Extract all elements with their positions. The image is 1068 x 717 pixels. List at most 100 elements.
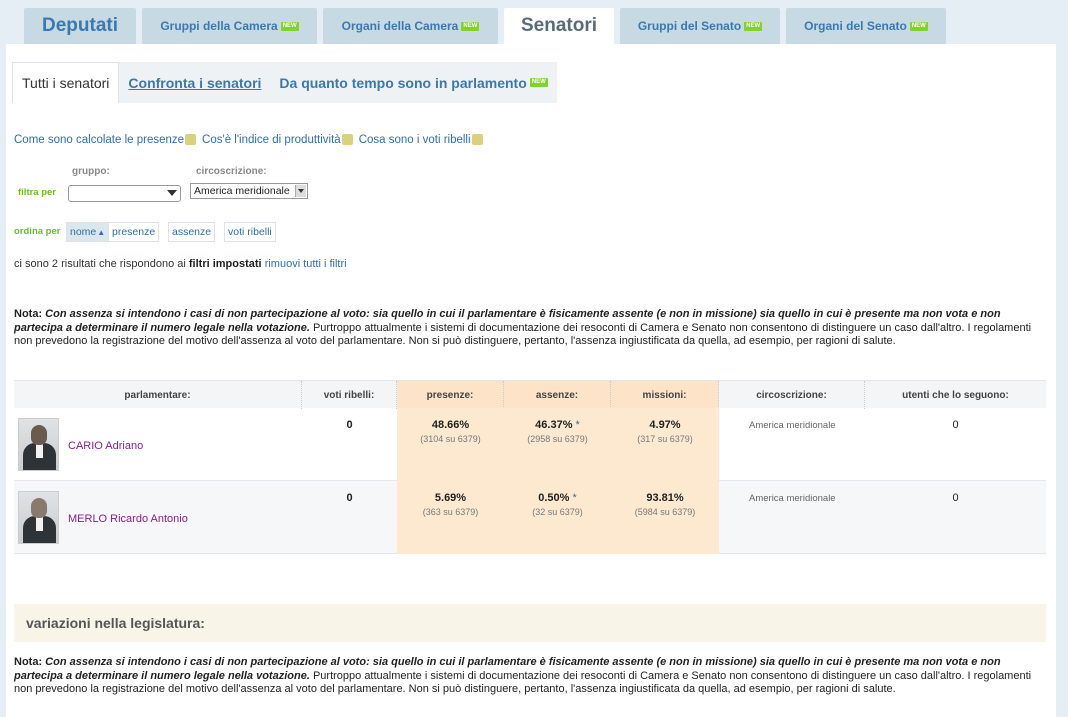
help-icon [471, 134, 483, 146]
assenze-detail: (32 su 6379) [532, 507, 583, 517]
nota-paragraph: Nota: Con assenza si intendono i casi di… [14, 308, 1048, 349]
assenze-detail: (2958 su 6379) [527, 434, 588, 444]
table-header: parlamentare: voti ribelli: presenze: as… [14, 380, 1046, 409]
chevron-down-icon [167, 190, 177, 196]
voti-ribelli-value: 0 [346, 492, 353, 504]
sort-assenze-button[interactable]: assenze [168, 222, 216, 242]
subtab-da-quanto-tempo[interactable]: Da quanto tempo sono in parlamento NEW [270, 62, 557, 103]
gruppo-label: gruppo: [72, 166, 110, 177]
table-row: CARIO Adriano 0 48.66% (3104 su 6379) 46… [14, 408, 1046, 481]
missioni-value: 93.81% [646, 492, 684, 504]
table-row: MERLO Ricardo Antonio 0 5.69% (363 su 63… [14, 481, 1046, 554]
subtab-label: Tutti i senatori [22, 75, 110, 91]
cell-utenti: 0 [865, 408, 1046, 481]
cell-assenze: 46.37% * (2958 su 6379) [504, 408, 611, 481]
main-panel: Tutti i senatori Confronta i senatori Da… [6, 44, 1056, 717]
cell-missioni: 4.97% (317 su 6379) [611, 408, 719, 481]
help-icon [185, 134, 197, 146]
filter-label: filtra per [18, 187, 57, 198]
asterisk-link[interactable]: * [576, 419, 580, 431]
tab-deputati[interactable]: Deputati [24, 8, 136, 44]
results-prefix: ci sono 2 risultati che rispondono ai [14, 258, 186, 270]
subtab-confronta[interactable]: Confronta i senatori [119, 62, 271, 103]
info-link-produttivita[interactable]: Cos'è l'indice di produttività [202, 134, 353, 146]
new-badge: NEW [280, 21, 299, 31]
cell-presenze: 48.66% (3104 su 6379) [397, 408, 504, 481]
tab-organi-camera[interactable]: Organi della Camera NEW [323, 8, 498, 44]
help-icon [341, 134, 353, 146]
sort-button-label: presenze [112, 226, 156, 238]
tab-label: Deputati [42, 15, 118, 36]
tab-label: Gruppi del Senato [637, 19, 742, 33]
sort-button-label: voti ribelli [228, 226, 272, 238]
presenze-value: 48.66% [431, 419, 470, 431]
utenti-value: 0 [952, 492, 959, 504]
cell-utenti: 0 [865, 481, 1046, 554]
avatar[interactable] [18, 491, 59, 544]
asterisk-link[interactable]: * [572, 492, 576, 504]
tab-gruppi-camera[interactable]: Gruppi della Camera NEW [142, 8, 317, 44]
remove-filters-link[interactable]: rimuovi tutti i filtri [265, 258, 347, 270]
senator-name-link[interactable]: MERLO Ricardo Antonio [68, 513, 188, 525]
header-utenti: utenti che lo seguono: [902, 389, 1009, 401]
subtab-tutti-senatori[interactable]: Tutti i senatori [12, 62, 120, 103]
sort-nome-button[interactable]: nome ▲ [66, 222, 110, 242]
tab-label: Gruppi della Camera [160, 19, 278, 33]
cell-assenze: 0.50% * (32 su 6379) [504, 481, 611, 554]
missioni-value: 4.97% [649, 419, 681, 431]
info-link-presenze[interactable]: Come sono calcolate le presenze [14, 134, 197, 146]
header-circoscrizione: circoscrizione: [719, 381, 865, 409]
cell-presenze: 5.69% (363 su 6379) [397, 481, 504, 554]
info-link-voti-ribelli[interactable]: Cosa sono i voti ribelli [359, 134, 483, 146]
presenze-value: 5.69% [434, 492, 467, 504]
assenze-value: 46.37% * [504, 419, 611, 431]
tab-label: Senatori [520, 15, 598, 36]
utenti-value: 0 [952, 419, 959, 431]
cell-parlamentare: MERLO Ricardo Antonio [14, 481, 302, 554]
cell-circoscrizione: America meridionale [719, 408, 865, 481]
tab-gruppi-senato[interactable]: Gruppi del Senato NEW [620, 8, 780, 44]
cell-missioni: 93.81% (5984 su 6379) [611, 481, 719, 554]
variazioni-heading: variazioni nella legislatura: [14, 604, 1046, 642]
avatar[interactable] [18, 418, 59, 471]
gruppo-select[interactable] [68, 185, 181, 202]
sort-presenze-button[interactable]: presenze [108, 222, 160, 242]
nota-label: Nota: [14, 308, 43, 320]
sort-arrow-icon: ▲ [97, 227, 106, 237]
header-assenze: assenze: [504, 381, 611, 409]
tab-label: Organi della Camera [341, 19, 459, 33]
circoscrizione-value: America meridionale [749, 420, 836, 431]
new-badge: NEW [909, 21, 928, 31]
cell-circoscrizione: America meridionale [719, 481, 865, 554]
assenze-value: 0.50% * [504, 492, 611, 504]
sort-label: ordina per [14, 226, 61, 237]
assenze-percent: 0.50% [538, 492, 570, 504]
assenze-percent: 46.37% [535, 419, 573, 431]
sort-button-label: assenze [172, 226, 212, 238]
senator-name-link[interactable]: CARIO Adriano [68, 440, 143, 452]
circoscrizione-value: America meridionale [749, 493, 836, 504]
circoscrizione-select-value: America meridionale [194, 185, 290, 197]
sort-voti-ribelli-button[interactable]: voti ribelli [224, 222, 276, 242]
chevron-down-icon [295, 185, 306, 197]
missioni-detail: (317 su 6379) [637, 434, 693, 444]
tab-label: Organi del Senato [804, 19, 907, 33]
info-link-label: Come sono calcolate le presenze [14, 134, 185, 146]
new-badge: NEW [744, 21, 763, 31]
cell-voti-ribelli: 0 [302, 481, 397, 554]
results-bold: filtri impostati [188, 258, 262, 270]
voti-ribelli-value: 0 [346, 419, 353, 431]
sort-button-label: nome [70, 226, 97, 238]
tab-senatori[interactable]: Senatori [504, 8, 614, 44]
new-badge: NEW [529, 78, 548, 87]
circoscrizione-select[interactable]: America meridionale [190, 183, 308, 199]
header-voti-ribelli: voti ribelli: [302, 381, 397, 409]
info-links: Come sono calcolate le presenze Cos'è l'… [14, 134, 483, 146]
info-link-label: Cos'è l'indice di produttività [202, 134, 341, 146]
presenze-detail: (3104 su 6379) [420, 434, 481, 444]
info-link-label: Cosa sono i voti ribelli [358, 134, 471, 146]
tab-organi-senato[interactable]: Organi del Senato NEW [786, 8, 946, 44]
subtab-label: Da quanto tempo sono in parlamento [279, 74, 527, 91]
header-missioni: missioni: [611, 381, 719, 409]
nota-label: Nota: [14, 656, 43, 668]
